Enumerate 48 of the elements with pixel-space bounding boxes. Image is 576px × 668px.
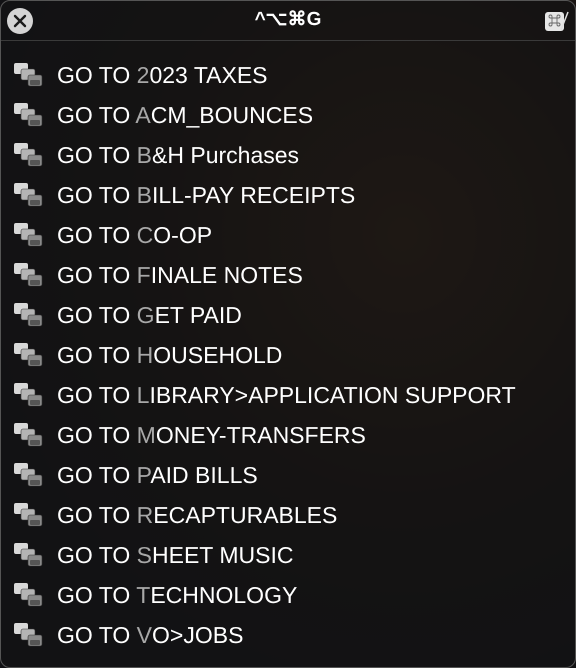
palette-item[interactable]: GO TO B&H Purchases	[1, 135, 575, 175]
stacked-windows-icon	[13, 382, 43, 408]
stacked-windows-icon	[13, 302, 43, 328]
stacked-windows-icon	[13, 462, 43, 488]
item-label: GO TO GET PAID	[57, 304, 242, 326]
item-label: GO TO SHEET MUSIC	[57, 544, 294, 566]
item-label: GO TO PAID BILLS	[57, 464, 258, 486]
palette-item[interactable]: GO TO CO-OP	[1, 215, 575, 255]
palette-item[interactable]: GO TO BILL-PAY RECEIPTS	[1, 175, 575, 215]
palette-item[interactable]: GO TO FINALE NOTES	[1, 255, 575, 295]
palette-item[interactable]: GO TO MONEY-TRANSFERS	[1, 415, 575, 455]
stacked-windows-icon	[13, 622, 43, 648]
palette-item[interactable]: GO TO LIBRARY>APPLICATION SUPPORT	[1, 375, 575, 415]
stacked-windows-icon	[13, 102, 43, 128]
item-label: GO TO 2023 TAXES	[57, 64, 268, 86]
item-label: GO TO HOUSEHOLD	[57, 344, 282, 366]
palette-item[interactable]: GO TO TECHNOLOGY	[1, 575, 575, 615]
stacked-windows-icon	[13, 182, 43, 208]
item-label: GO TO VO>JOBS	[57, 624, 244, 646]
item-label: GO TO BILL-PAY RECEIPTS	[57, 184, 356, 206]
stacked-windows-icon	[13, 142, 43, 168]
item-label: GO TO B&H Purchases	[57, 144, 300, 166]
stacked-windows-icon	[13, 62, 43, 88]
stacked-windows-icon	[13, 342, 43, 368]
palette-item[interactable]: GO TO HOUSEHOLD	[1, 335, 575, 375]
close-button[interactable]	[7, 8, 33, 34]
window-title: ^⌥⌘G	[254, 8, 322, 32]
stacked-windows-icon	[13, 502, 43, 528]
item-label: GO TO MONEY-TRANSFERS	[57, 424, 366, 446]
palette-item[interactable]: GO TO GET PAID	[1, 295, 575, 335]
stacked-windows-icon	[13, 422, 43, 448]
stacked-windows-icon	[13, 542, 43, 568]
close-icon	[13, 14, 27, 28]
item-label: GO TO ACM_BOUNCES	[57, 104, 314, 126]
palette-item[interactable]: GO TO PAID BILLS	[1, 455, 575, 495]
item-label: GO TO CO-OP	[57, 224, 212, 246]
palette-item[interactable]: GO TO RECAPTURABLES	[1, 495, 575, 535]
palette-item[interactable]: GO TO 2023 TAXES	[1, 55, 575, 95]
palette-item[interactable]: GO TO VO>JOBS	[1, 615, 575, 655]
item-label: GO TO TECHNOLOGY	[57, 584, 298, 606]
item-label: GO TO RECAPTURABLES	[57, 504, 338, 526]
stacked-windows-icon	[13, 582, 43, 608]
stacked-windows-icon	[13, 222, 43, 248]
item-label: GO TO FINALE NOTES	[57, 264, 303, 286]
item-label: GO TO LIBRARY>APPLICATION SUPPORT	[57, 384, 516, 406]
palette-item[interactable]: GO TO SHEET MUSIC	[1, 535, 575, 575]
palette-item[interactable]: GO TO ACM_BOUNCES	[1, 95, 575, 135]
stacked-windows-icon	[13, 262, 43, 288]
